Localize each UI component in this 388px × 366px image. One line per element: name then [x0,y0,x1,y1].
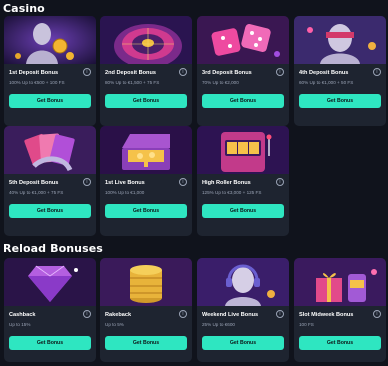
card-title: Rakeback [105,312,132,318]
card-subtitle: 60% Up to €1,000 + 50 FS [299,80,354,85]
info-icon[interactable]: i [83,68,91,76]
get-bonus-button[interactable]: Get Bonus [9,94,91,108]
get-bonus-button[interactable]: Get Bonus [105,336,187,350]
section-title-casino: Casino [3,2,45,15]
card-art-statue-gold [4,16,96,64]
info-icon[interactable]: i [83,178,91,186]
card-title: 3rd Deposit Bonus [202,70,252,76]
card-title: High Roller Bonus [202,180,251,186]
card-subtitle: Up to 15% [9,322,31,327]
get-bonus-button[interactable]: Get Bonus [105,204,187,218]
card-art-statue-headphones [197,258,289,306]
card-subtitle: 125% Up to €3,000 + 125 FS [202,190,262,195]
bonus-card-4th-deposit: 4th Deposit Bonus i 60% Up to €1,000 + 5… [294,16,386,126]
get-bonus-button[interactable]: Get Bonus [9,336,91,350]
info-icon[interactable]: i [179,310,187,318]
card-title: Cashback [9,312,36,318]
get-bonus-button[interactable]: Get Bonus [105,94,187,108]
card-title: Weekend Live Bonus [202,312,259,318]
card-title: 2nd Deposit Bonus [105,70,156,76]
info-icon[interactable]: i [179,178,187,186]
card-art-chips [100,258,192,306]
card-title: 1st Deposit Bonus [9,70,59,76]
card-art-roulette [100,16,192,64]
get-bonus-button[interactable]: Get Bonus [202,94,284,108]
get-bonus-button[interactable]: Get Bonus [299,94,381,108]
bonus-card-rakeback: Rakeback i Up to 5% Get Bonus [100,258,192,362]
card-title: Slot Midweek Bonus [299,312,354,318]
bonus-card-2nd-deposit: 2nd Deposit Bonus i 80% Up to €1,500 + 7… [100,16,192,126]
info-icon[interactable]: i [83,310,91,318]
card-subtitle: 100% Up to €500 + 100 FS [9,80,65,85]
bonus-card-weekend-live: Weekend Live Bonus i 25% Up to €600 Get … [197,258,289,362]
card-title: 1st Live Bonus [105,180,145,186]
bonus-card-high-roller: High Roller Bonus i 125% Up to €3,000 + … [197,126,289,236]
card-subtitle: Up to 5% [105,322,124,327]
card-title: 4th Deposit Bonus [299,70,349,76]
bonus-card-cashback: Cashback i Up to 15% Get Bonus [4,258,96,362]
card-art-cards [4,126,96,174]
get-bonus-button[interactable]: Get Bonus [299,336,381,350]
get-bonus-button[interactable]: Get Bonus [202,336,284,350]
card-art-gift [294,258,386,306]
card-art-slot-machine [197,126,289,174]
card-subtitle: 80% Up to €1,500 + 75 FS [105,80,160,85]
card-art-statue-blindfold [294,16,386,64]
card-art-diamond [4,258,96,306]
section-title-reload-bonuses: Reload Bonuses [3,242,103,255]
card-subtitle: 25% Up to €600 [202,322,235,327]
info-icon[interactable]: i [179,68,187,76]
bonus-card-5th-deposit: 5th Deposit Bonus i 40% Up to €1,000 + 7… [4,126,96,236]
get-bonus-button[interactable]: Get Bonus [202,204,284,218]
bonus-card-3rd-deposit: 3rd Deposit Bonus i 70% Up to €2,000 Get… [197,16,289,126]
get-bonus-button[interactable]: Get Bonus [9,204,91,218]
bonus-card-1st-live: 1st Live Bonus i 100% Up to €1,000 Get B… [100,126,192,236]
info-icon[interactable]: i [373,68,381,76]
bonus-card-1st-deposit: 1st Deposit Bonus i 100% Up to €500 + 10… [4,16,96,126]
card-art-chest [100,126,192,174]
info-icon[interactable]: i [276,68,284,76]
card-subtitle: 100% Up to €1,000 [105,190,145,195]
bonus-card-slot-midweek: Slot Midweek Bonus i 100 FS Get Bonus [294,258,386,362]
card-subtitle: 40% Up to €1,000 + 75 FS [9,190,64,195]
card-title: 5th Deposit Bonus [9,180,59,186]
card-art-dice [197,16,289,64]
info-icon[interactable]: i [373,310,381,318]
info-icon[interactable]: i [276,310,284,318]
card-subtitle: 100 FS [299,322,314,327]
card-subtitle: 70% Up to €2,000 [202,80,239,85]
info-icon[interactable]: i [276,178,284,186]
